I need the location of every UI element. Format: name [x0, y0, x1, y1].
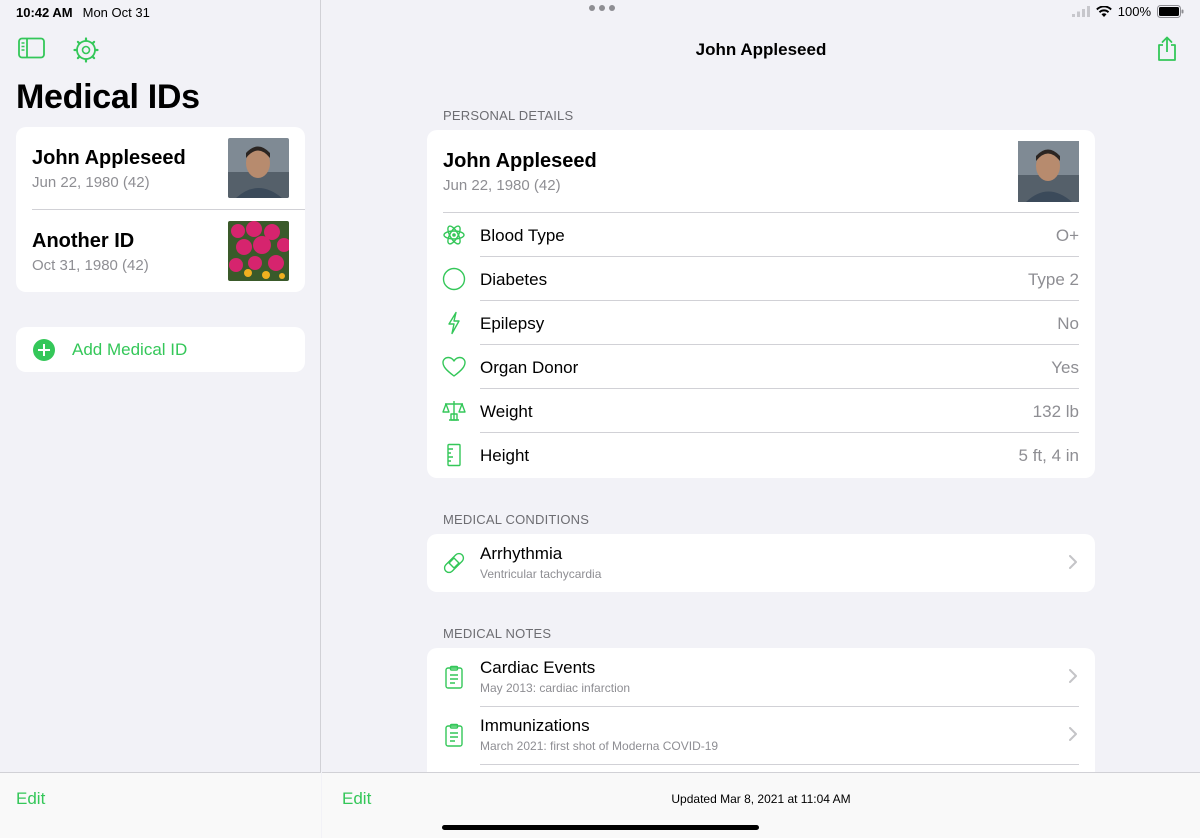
note-title: Cardiac Events [480, 658, 596, 677]
medical-notes-card: Cardiac Events May 2013: cardiac infarct… [427, 648, 1095, 772]
condition-row[interactable]: Arrhythmia Ventricular tachycardia [427, 534, 1095, 592]
personal-details-card: John Appleseed Jun 22, 1980 (42) Blood T… [427, 130, 1095, 478]
medical-notes-header: MEDICAL NOTES [443, 626, 552, 641]
field-label: Diabetes [480, 270, 548, 289]
chevron-right-icon [1069, 555, 1077, 569]
epilepsy-row: Epilepsy No [427, 301, 1095, 345]
sidebar-title: Medical IDs [16, 78, 200, 116]
cellular-signal-icon [1071, 6, 1090, 17]
note-row[interactable]: Immunizations March 2021: first shot of … [427, 706, 1095, 764]
field-value: No [1057, 314, 1079, 333]
nav-title: John Appleseed [695, 40, 827, 59]
weight-row: Weight 132 lb [427, 389, 1095, 433]
clipboard-icon [445, 723, 463, 747]
medical-id-row[interactable]: Another ID Oct 31, 1980 (42) [16, 210, 305, 292]
heart-icon [442, 356, 466, 377]
field-label: Organ Donor [480, 358, 579, 377]
chevron-right-icon [1069, 727, 1077, 741]
field-value: 132 lb [1032, 402, 1079, 421]
status-indicators: 100% [1071, 4, 1184, 19]
sidebar: 10:42 AM Mon Oct 31 Medical IDs John App… [0, 0, 321, 838]
row-divider [480, 764, 1079, 765]
ruler-icon [447, 443, 461, 467]
person-name: John Appleseed [443, 150, 597, 172]
note-title: Immunizations [480, 716, 590, 735]
wifi-icon [1095, 5, 1112, 17]
note-detail: May 2013: cardiac infarction [480, 681, 631, 695]
medical-id-name: Another ID [32, 230, 135, 252]
share-icon[interactable] [1156, 36, 1178, 67]
field-value: O+ [1055, 226, 1079, 245]
scale-icon [442, 401, 466, 421]
add-medical-id-label: Add Medical ID [72, 339, 188, 359]
field-value: 5 ft, 4 in [1018, 446, 1079, 465]
medical-id-birthdate: Oct 31, 1980 (42) [32, 257, 149, 274]
flower-photo [228, 221, 289, 281]
condition-title: Arrhythmia [480, 544, 563, 563]
medical-id-row[interactable]: John Appleseed Jun 22, 1980 (42) [16, 127, 305, 209]
battery-icon [1157, 5, 1184, 18]
organ-donor-row: Organ Donor Yes [427, 345, 1095, 389]
atom-icon [443, 225, 465, 245]
diabetes-row: Diabetes Type 2 [427, 257, 1095, 301]
personal-details-header: PERSONAL DETAILS [443, 108, 574, 123]
medical-conditions-card: Arrhythmia Ventricular tachycardia [427, 534, 1095, 592]
status-time-date: 10:42 AM Mon Oct 31 [16, 5, 150, 20]
condition-detail: Ventricular tachycardia [480, 567, 602, 581]
person-birthdate: Jun 22, 1980 (42) [443, 177, 561, 194]
medical-conditions-header: MEDICAL CONDITIONS [443, 512, 590, 527]
field-label: Blood Type [480, 226, 565, 245]
bandage-icon [443, 552, 465, 574]
clipboard-icon [445, 665, 463, 689]
note-row[interactable]: Cardiac Events May 2013: cardiac infarct… [427, 648, 1095, 706]
blood-type-row: Blood Type O+ [427, 213, 1095, 257]
field-label: Height [480, 446, 530, 465]
add-medical-id-button[interactable]: Add Medical ID [16, 327, 305, 372]
chevron-right-icon [1069, 669, 1077, 683]
medical-id-name: John Appleseed [32, 147, 186, 169]
sidebar-edit-button[interactable]: Edit [16, 789, 45, 809]
field-label: Weight [480, 402, 533, 421]
field-value: Yes [1051, 358, 1079, 377]
circle-icon [442, 267, 466, 291]
updated-timestamp: Updated Mar 8, 2021 at 11:04 AM [671, 792, 851, 806]
profile-photo [228, 138, 289, 198]
sidebar-toolbar: Edit [0, 772, 321, 838]
field-value: Type 2 [1027, 270, 1079, 289]
settings-gear-icon[interactable] [73, 37, 99, 68]
height-row: Height 5 ft, 4 in [427, 433, 1095, 477]
profile-photo [1018, 141, 1079, 202]
field-label: Epilepsy [480, 314, 545, 333]
home-indicator[interactable] [442, 825, 759, 830]
medical-id-birthdate: Jun 22, 1980 (42) [32, 174, 150, 191]
medical-id-list: John Appleseed Jun 22, 1980 (42) Another… [16, 127, 305, 292]
note-detail: March 2021: first shot of Moderna COVID-… [480, 739, 719, 753]
multitasking-dots-icon[interactable] [589, 5, 615, 11]
plus-circle-icon [33, 338, 55, 361]
bolt-icon [448, 311, 460, 335]
status-time: 10:42 AM [16, 5, 73, 20]
status-date: Mon Oct 31 [82, 5, 150, 20]
sidebar-toggle-icon[interactable] [18, 37, 45, 64]
battery-percentage: 100% [1117, 4, 1151, 19]
